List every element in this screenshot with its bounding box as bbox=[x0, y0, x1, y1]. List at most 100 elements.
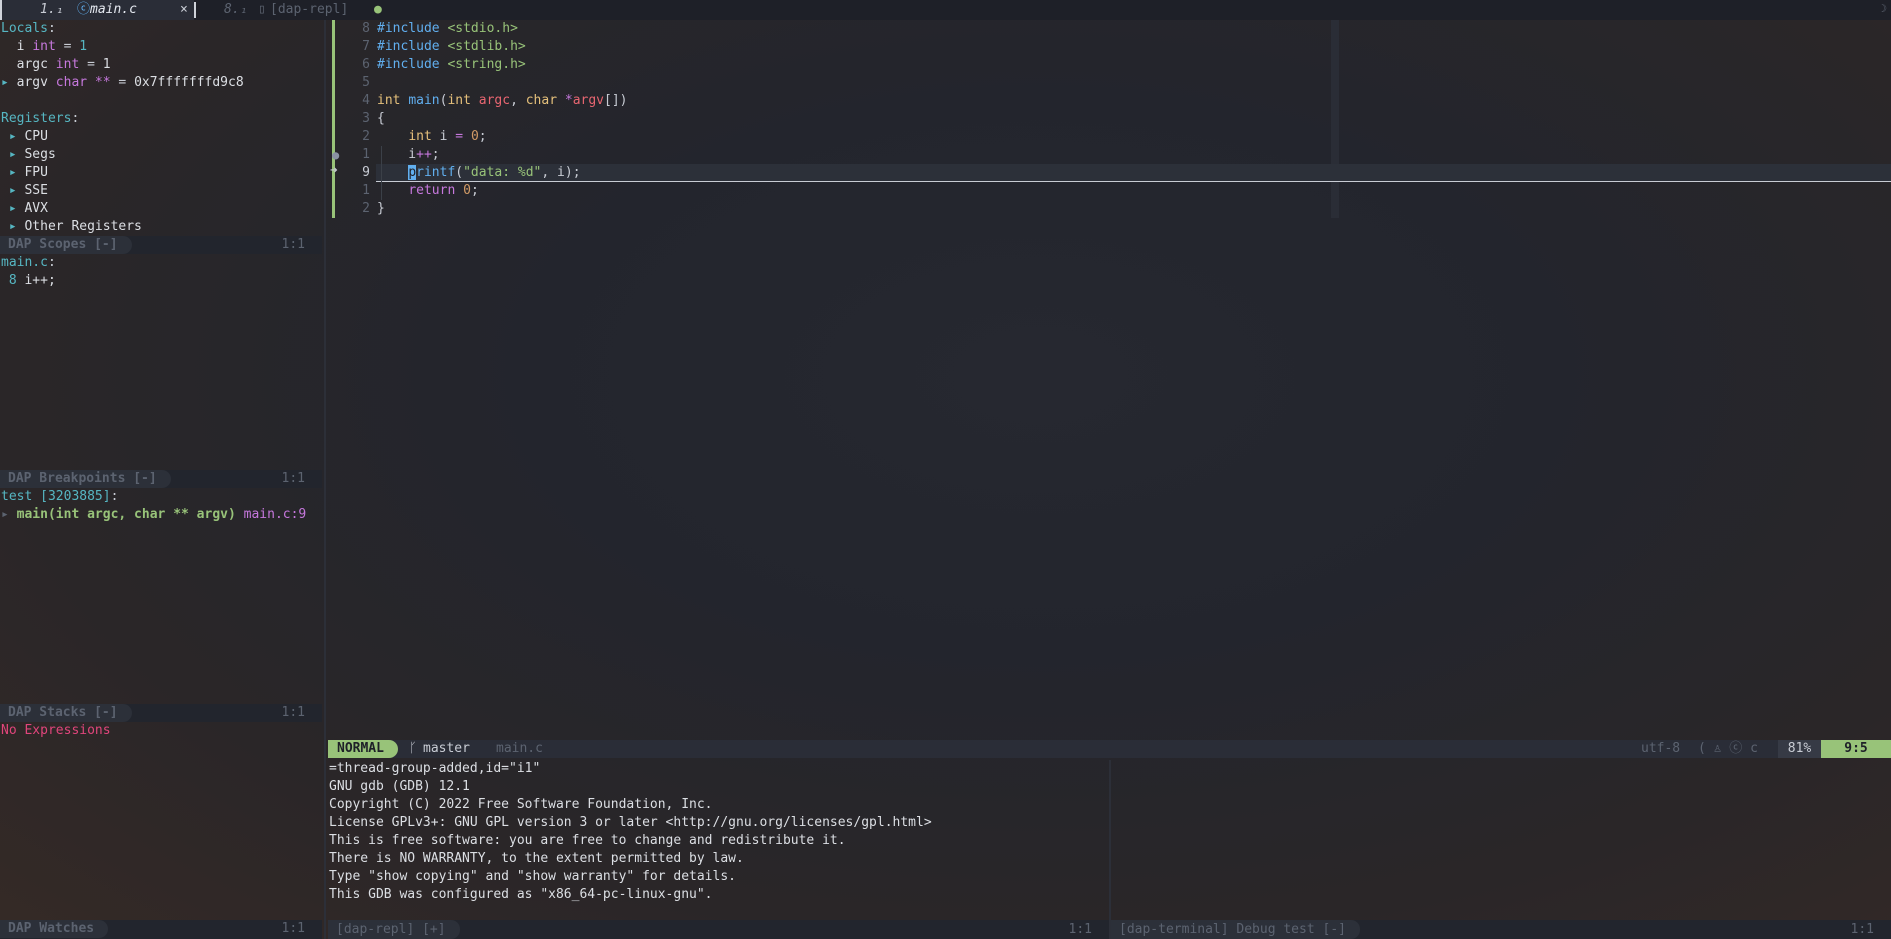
registers-list: ▸ CPU ▸ Segs ▸ FPU ▸ SSE ▸ AVX ▸ Other R… bbox=[0, 128, 322, 236]
dap-stacks-pane: test [3203885]: ▸ main(int argc, char **… bbox=[0, 488, 322, 704]
tab-main-c[interactable]: 1.₁ ⓒ main.c × bbox=[0, 0, 196, 20]
cursor-line-highlight bbox=[376, 164, 1891, 182]
register-group[interactable]: ▸ AVX bbox=[0, 200, 322, 218]
line-number[interactable]: 2 bbox=[340, 128, 370, 146]
repl-output-line: Copyright (C) 2022 Free Software Foundat… bbox=[329, 797, 713, 812]
variable-value: 1 bbox=[79, 39, 88, 54]
code-line[interactable]: return 0; bbox=[377, 182, 478, 200]
register-group[interactable]: ▸ CPU bbox=[0, 128, 322, 146]
line-number[interactable]: 6 bbox=[340, 56, 370, 74]
stack-frame[interactable]: ▸ main(int argc, char ** argv) main.c:9 bbox=[0, 506, 322, 524]
dap-repl-status: [dap-repl] [+] 1:1 bbox=[328, 920, 1109, 939]
registers-header[interactable]: Registers: bbox=[0, 110, 322, 128]
dap-scopes-status: DAP Scopes [-] 1:1 bbox=[0, 236, 322, 254]
line-number[interactable]: 2 bbox=[340, 200, 370, 218]
locals-header[interactable]: Locals: bbox=[0, 20, 322, 38]
code-line[interactable]: i++; bbox=[377, 146, 439, 164]
repl-output-line: License GPLv3+: GNU GPL version 3 or lat… bbox=[329, 815, 932, 830]
locals-list: i int = 1 argc int = 1 ▸ argv char ** = 0… bbox=[0, 38, 322, 92]
line-number[interactable]: 1 bbox=[340, 182, 370, 200]
code-line[interactable]: int main(int argc, char *argv[]) bbox=[377, 92, 628, 110]
expander-icon: ▸ bbox=[1, 75, 9, 90]
variable-name: i bbox=[16, 39, 25, 54]
repl-output-line: Type "show copying" and "show warranty" … bbox=[329, 869, 736, 884]
code-line[interactable]: #include <stdlib.h> bbox=[377, 38, 526, 56]
stack-thread[interactable]: test [3203885]: bbox=[0, 488, 322, 506]
line-number[interactable]: 7 bbox=[340, 38, 370, 56]
repl-output-line: This is free software: you are free to c… bbox=[329, 833, 846, 848]
modified-dot-icon: ● bbox=[374, 2, 382, 17]
code-line[interactable]: #include <stdio.h> bbox=[377, 20, 518, 38]
git-added-bar bbox=[332, 20, 335, 218]
statusline: NORMAL ᚴ master main.c utf-8 ( ♙ ⓒ c 81%… bbox=[328, 740, 1891, 758]
editor-pane[interactable]: ● ➔ 8 #include <stdio.h> 7 #include <stdlib… bbox=[326, 20, 1891, 740]
dap-watches-pane: No Expressions bbox=[0, 722, 322, 920]
line-number[interactable]: 4 bbox=[340, 92, 370, 110]
breakpoint-item[interactable]: 8 i++; bbox=[0, 272, 322, 290]
chevron-right-icon: ▸ bbox=[1, 183, 17, 198]
local-variable[interactable]: argc int = 1 bbox=[0, 56, 322, 74]
filetype-icons: ( ♙ ⓒ c bbox=[1698, 741, 1758, 756]
dap-scopes-pane: Locals: i int = 1 argc int = 1 ▸ argv cha… bbox=[0, 20, 322, 236]
text-cursor: p bbox=[408, 165, 417, 180]
register-group[interactable]: ▸ Segs bbox=[0, 146, 322, 164]
code-line[interactable]: { bbox=[377, 110, 385, 128]
variable-type: char ** bbox=[55, 75, 111, 90]
register-group[interactable]: ▸ Other Registers bbox=[0, 218, 322, 236]
chevron-right-icon: ▸ bbox=[1, 219, 17, 234]
close-icon[interactable]: × bbox=[180, 0, 188, 20]
chevron-right-icon: ▸ bbox=[1, 201, 17, 216]
breakpoint-file[interactable]: main.c: bbox=[0, 254, 322, 272]
dap-terminal-status: [dap-terminal] Debug test [-] 1:1 bbox=[1111, 920, 1891, 939]
tab-filename: [dap-repl] bbox=[270, 2, 349, 17]
git-branch-icon: ᚴ bbox=[409, 741, 417, 756]
local-variable[interactable]: i int = 1 bbox=[0, 38, 322, 56]
register-group[interactable]: ▸ FPU bbox=[0, 164, 322, 182]
dap-stacks-status: DAP Stacks [-] 1:1 bbox=[0, 704, 322, 722]
repl-output-line: This GDB was configured as "x86_64-pc-li… bbox=[329, 887, 713, 902]
dap-watches-status: DAP Watches 1:1 bbox=[0, 920, 322, 939]
variable-name: argc bbox=[16, 57, 48, 72]
dap-terminal-pane[interactable] bbox=[1111, 760, 1891, 920]
current-line-arrow-icon: ➔ bbox=[330, 163, 338, 178]
color-column bbox=[1331, 20, 1339, 218]
moon-icon: ☽ bbox=[1880, 2, 1887, 15]
repl-output-line: GNU gdb (GDB) 12.1 bbox=[329, 779, 470, 794]
line-number[interactable]: 3 bbox=[340, 110, 370, 128]
dap-ui-sidebar: Locals: i int = 1 argc int = 1 ▸ argv cha… bbox=[0, 20, 322, 939]
line-number[interactable]: 5 bbox=[340, 74, 370, 92]
chevron-right-icon: ▸ bbox=[1, 507, 9, 522]
line-number[interactable]: 1 bbox=[340, 146, 370, 164]
statusline-filename: main.c bbox=[496, 741, 543, 756]
chevron-right-icon: ▸ bbox=[1, 147, 17, 162]
cursor-position: 9:5 bbox=[1821, 740, 1891, 758]
code-line[interactable]: } bbox=[377, 200, 385, 218]
tab-number: 1.₁ bbox=[40, 2, 64, 17]
dap-breakpoints-pane: main.c: 8 i++; bbox=[0, 254, 322, 470]
variable-type: int bbox=[32, 39, 56, 54]
chevron-right-icon: ▸ bbox=[1, 165, 17, 180]
code-line[interactable]: printf("data: %d", i); bbox=[377, 164, 581, 182]
no-expressions-text: No Expressions bbox=[1, 723, 111, 738]
mode-indicator: NORMAL bbox=[328, 740, 398, 758]
code-line[interactable]: #include <string.h> bbox=[377, 56, 526, 74]
line-number[interactable]: 9 bbox=[340, 164, 370, 182]
dap-repl-pane[interactable]: =thread-group-added,id="i1" GNU gdb (GDB)… bbox=[328, 760, 1108, 920]
c-file-icon: ⓒ bbox=[77, 2, 91, 17]
dap-breakpoints-status: DAP Breakpoints [-] 1:1 bbox=[0, 470, 322, 488]
local-variable[interactable]: ▸ argv char ** = 0x7fffffffd9c8 bbox=[0, 74, 322, 92]
variable-value: 0x7fffffffd9c8 bbox=[134, 75, 244, 90]
chevron-right-icon: ▸ bbox=[1, 129, 17, 144]
tab-dap-repl[interactable]: 8.₁ ▯ [dap-repl] ● bbox=[196, 0, 396, 20]
expander-icon bbox=[1, 39, 9, 54]
file-icon: ▯ bbox=[258, 2, 266, 17]
tabline: 1.₁ ⓒ main.c × 8.₁ ▯ [dap-repl] ● ☽ bbox=[0, 0, 1891, 20]
register-group[interactable]: ▸ SSE bbox=[0, 182, 322, 200]
variable-type: int bbox=[55, 57, 80, 72]
variable-name: argv bbox=[16, 75, 48, 90]
repl-output-line: There is NO WARRANTY, to the extent perm… bbox=[329, 851, 744, 866]
line-number[interactable]: 8 bbox=[340, 20, 370, 38]
git-branch: master bbox=[423, 741, 470, 756]
expander-icon bbox=[1, 57, 9, 72]
code-line[interactable]: int i = 0; bbox=[377, 128, 486, 146]
